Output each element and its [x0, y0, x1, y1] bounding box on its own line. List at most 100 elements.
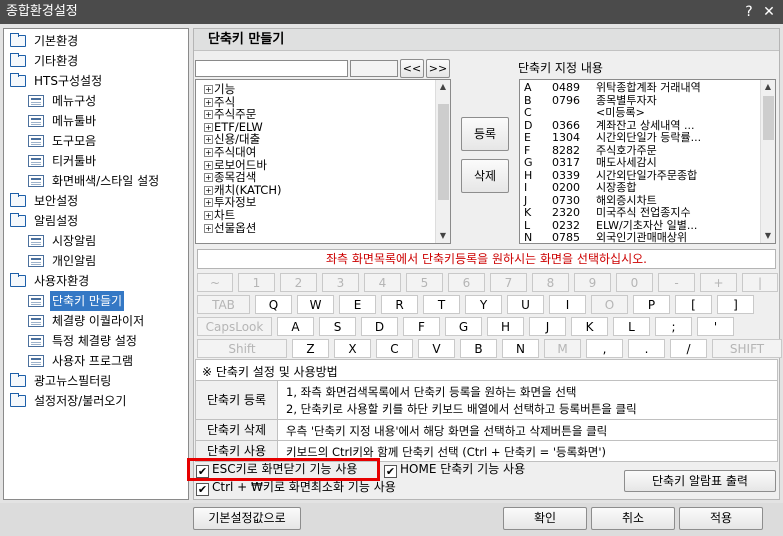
key-2-7[interactable]: J	[529, 317, 566, 336]
key-1-1[interactable]: Q	[255, 295, 292, 314]
key-3-7[interactable]: M	[544, 339, 581, 358]
key-1-11[interactable]: [	[675, 295, 712, 314]
key-2-2[interactable]: S	[319, 317, 356, 336]
ctrl-checkbox[interactable]: ✔	[196, 483, 209, 496]
key-1-0[interactable]: TAB	[197, 295, 250, 314]
expand-icon[interactable]: +	[204, 97, 213, 107]
key-0-8[interactable]: 8	[532, 273, 569, 292]
key-2-5[interactable]: G	[445, 317, 482, 336]
expand-icon[interactable]: +	[204, 223, 213, 233]
key-0-2[interactable]: 2	[280, 273, 317, 292]
key-0-12[interactable]: +	[700, 273, 737, 292]
assigned-scrollbar[interactable]: ▲ ▼	[760, 80, 775, 243]
home-checkbox[interactable]: ✔	[384, 465, 397, 478]
expand-icon[interactable]: +	[204, 148, 213, 157]
screen-code-input[interactable]	[350, 60, 398, 77]
shortcut-row[interactable]: H 0339 시간외단일가주문종합	[524, 169, 760, 182]
apply-button[interactable]: 적용	[679, 507, 763, 530]
expand-icon[interactable]: +	[204, 198, 213, 208]
home-shortcut-option[interactable]: ✔ HOME 단축키 기능 사용	[384, 461, 525, 478]
key-0-1[interactable]: 1	[238, 273, 275, 292]
key-1-3[interactable]: E	[339, 295, 376, 314]
expand-icon[interactable]: +	[204, 160, 213, 170]
expand-icon[interactable]: +	[204, 122, 213, 132]
key-2-6[interactable]: H	[487, 317, 524, 336]
key-2-0[interactable]: CapsLook	[197, 317, 272, 336]
prev-button[interactable]: <<	[400, 59, 424, 78]
key-0-4[interactable]: 4	[364, 273, 401, 292]
shortcut-code: 2320	[552, 206, 580, 219]
key-0-7[interactable]: 7	[490, 273, 527, 292]
key-2-4[interactable]: F	[403, 317, 440, 336]
key-2-10[interactable]: ;	[655, 317, 692, 336]
key-3-5[interactable]: B	[460, 339, 497, 358]
expand-icon[interactable]: +	[204, 211, 213, 220]
expand-icon[interactable]: +	[204, 185, 213, 195]
key-3-2[interactable]: X	[334, 339, 371, 358]
key-2-9[interactable]: L	[613, 317, 650, 336]
key-3-4[interactable]: V	[418, 339, 455, 358]
key-1-9[interactable]: O	[591, 295, 628, 314]
key-2-1[interactable]: A	[277, 317, 314, 336]
key-0-11[interactable]: -	[658, 273, 695, 292]
expand-icon[interactable]: +	[204, 110, 213, 120]
key-0-6[interactable]: 6	[448, 273, 485, 292]
shortcut-row[interactable]: K 2320 미국주식 전업종지수	[524, 207, 760, 219]
shortcut-row[interactable]: F 8282 주식호가주문	[524, 144, 760, 157]
help-icon[interactable]: ?	[740, 0, 758, 24]
shortcut-row[interactable]: G 0317 매도사세감시	[524, 157, 760, 169]
key-1-7[interactable]: U	[507, 295, 544, 314]
register-label: 단축키 등록	[196, 381, 278, 419]
expand-icon[interactable]: +	[204, 85, 213, 94]
screen-menu-list[interactable]: + 기능 + 주식 + 주식주문 + ETF/ELW + 신용/대출 + 주식대여 + 로보어드바 + 종목검…	[195, 79, 451, 244]
shortcut-row[interactable]: L 0232 ELW/기초자산 일별...	[524, 219, 760, 232]
key-0-13[interactable]: |	[742, 273, 778, 292]
register-button[interactable]: 등록	[461, 117, 509, 151]
close-icon[interactable]: ✕	[760, 0, 778, 24]
key-3-8[interactable]: ,	[586, 339, 623, 358]
key-2-3[interactable]: D	[361, 317, 398, 336]
delete-button[interactable]: 삭제	[461, 159, 509, 193]
shortcut-row[interactable]: I 0200 시장종합	[524, 182, 760, 194]
print-shortcut-table-button[interactable]: 단축키 알람표 출력	[624, 470, 776, 492]
menu-list-item[interactable]: + 선물옵션	[204, 221, 256, 235]
key-3-10[interactable]: /	[670, 339, 707, 358]
shortcut-row[interactable]: C <미등록>	[524, 107, 760, 119]
shortcut-row[interactable]: A 0489 위탁종합계좌 거래내역	[524, 82, 760, 94]
key-0-10[interactable]: 0	[616, 273, 653, 292]
shortcut-row[interactable]: E 1304 시간외단일가 등락률...	[524, 132, 760, 144]
key-3-3[interactable]: C	[376, 339, 413, 358]
key-3-6[interactable]: N	[502, 339, 539, 358]
ctrl-minimize-option[interactable]: ✔ Ctrl + ₩키로 화면최소화 기능 사용	[196, 479, 396, 496]
key-0-5[interactable]: 5	[406, 273, 443, 292]
next-button[interactable]: >>	[426, 59, 450, 78]
key-3-0[interactable]: Shift	[197, 339, 287, 358]
reset-defaults-button[interactable]: 기본설정값으로	[193, 507, 301, 530]
key-2-11[interactable]: '	[697, 317, 734, 336]
key-1-4[interactable]: R	[381, 295, 418, 314]
assigned-shortcut-list[interactable]: A 0489 위탁종합계좌 거래내역 B 0796 종목별투자자 C <미등록> D 0366 계좌…	[519, 79, 776, 244]
screen-search-input[interactable]	[195, 60, 348, 77]
key-0-0[interactable]: ~	[197, 273, 233, 292]
key-2-8[interactable]: K	[571, 317, 608, 336]
key-1-2[interactable]: W	[297, 295, 334, 314]
key-1-8[interactable]: I	[549, 295, 586, 314]
menu-scrollbar[interactable]: ▲ ▼	[435, 80, 450, 243]
ok-button[interactable]: 확인	[503, 507, 587, 530]
key-3-11[interactable]: SHIFT	[712, 339, 782, 358]
key-1-12[interactable]: ]	[717, 295, 754, 314]
key-0-3[interactable]: 3	[322, 273, 359, 292]
key-3-9[interactable]: .	[628, 339, 665, 358]
expand-icon[interactable]: +	[204, 135, 213, 145]
expand-icon[interactable]: +	[204, 173, 213, 183]
key-1-6[interactable]: Y	[465, 295, 502, 314]
shortcut-row[interactable]: N 0785 외국인기관매매상위	[524, 232, 760, 243]
key-1-10[interactable]: P	[633, 295, 670, 314]
cancel-button[interactable]: 취소	[591, 507, 675, 530]
key-0-9[interactable]: 9	[574, 273, 611, 292]
shortcut-row[interactable]: J 0730 해외증시차트	[524, 194, 760, 207]
shortcut-row[interactable]: D 0366 계좌잔고 상세내역 ...	[524, 119, 760, 132]
key-1-5[interactable]: T	[423, 295, 460, 314]
key-3-1[interactable]: Z	[292, 339, 329, 358]
shortcut-row[interactable]: B 0796 종목별투자자	[524, 94, 760, 107]
